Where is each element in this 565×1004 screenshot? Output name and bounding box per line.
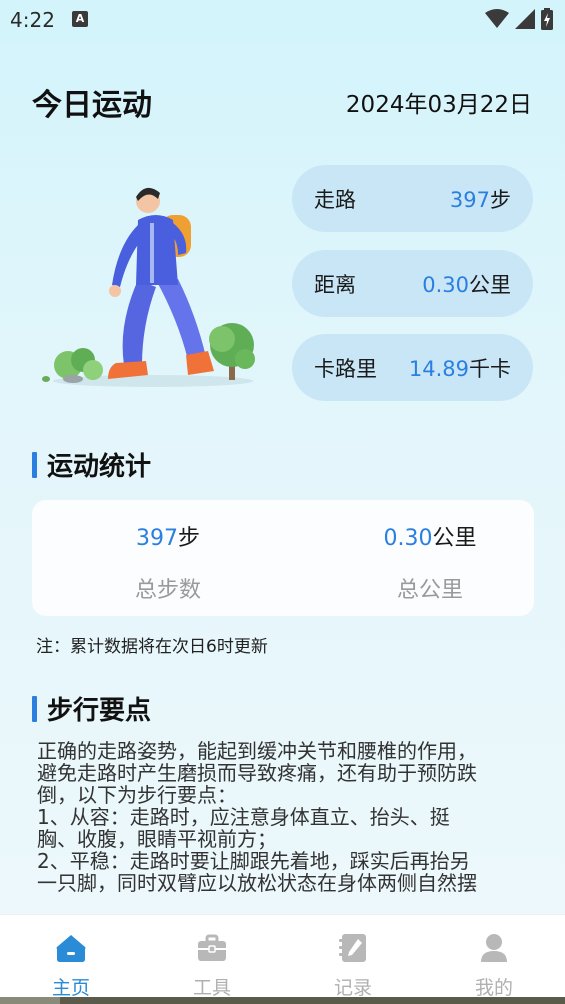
calories-value: 14.89千卡 — [408, 356, 511, 381]
battery-icon — [541, 8, 553, 30]
tips-line: 胸、收腹，眼睛平视前方； — [37, 827, 277, 851]
steps-label: 走路 — [314, 187, 356, 212]
status-icons — [485, 8, 553, 30]
update-note: 注：累计数据将在次日6时更新 — [36, 637, 268, 657]
tips-text: 正确的走路姿势，能起到缓冲关节和腰椎的作用， 避免走路时产生磨损而导致疼痛，还有… — [37, 740, 532, 894]
nav-profile[interactable]: 我的 — [454, 933, 534, 1000]
tips-line: 倒，以下为步行要点： — [37, 783, 237, 807]
distance-pill: 距离 0.30公里 — [292, 250, 533, 317]
tips-section-title: 步行要点 — [32, 690, 151, 727]
nav-tools[interactable]: 工具 — [172, 933, 252, 1000]
tips-line: 1、从容：走路时，应注意身体直立、抬头、挺 — [37, 805, 450, 829]
total-distance-value: 0.30公里 — [383, 526, 477, 551]
nav-records[interactable]: 记录 — [313, 933, 393, 1000]
total-steps-label: 总步数 — [134, 578, 201, 603]
status-time: 4:22 — [10, 8, 55, 32]
total-steps-value: 397步 — [135, 526, 200, 551]
total-distance: 0.30公里 总公里 — [330, 520, 530, 604]
page-date: 2024年03月22日 — [345, 92, 532, 118]
wifi-icon — [485, 9, 509, 28]
total-steps: 397步 总步数 — [68, 520, 268, 604]
home-icon — [56, 935, 86, 962]
signal-icon — [515, 9, 535, 29]
tips-line: 2、平稳：走路时要让脚跟先着地，踩实后再抬另 — [37, 849, 470, 873]
page-title: 今日运动 — [32, 88, 152, 123]
notebook-icon — [339, 934, 366, 962]
walking-person-illustration — [42, 187, 255, 387]
distance-label: 距离 — [314, 272, 356, 297]
toolbox-icon — [198, 934, 226, 961]
section-accent-bar — [32, 451, 37, 478]
calories-label: 卡路里 — [314, 356, 377, 381]
tips-line: 避免走路时产生磨损而导致疼痛，还有助于预防跌 — [37, 761, 477, 785]
stats-card: 397步 总步数 0.30公里 总公里 — [32, 500, 534, 616]
section-accent-bar — [32, 695, 37, 722]
tips-line: 正确的走路姿势，能起到缓冲关节和腰椎的作用， — [37, 739, 477, 763]
steps-pill: 走路 397步 — [292, 165, 533, 232]
steps-value: 397步 — [449, 187, 511, 212]
system-nav-strip-accent — [0, 997, 60, 1004]
nav-home[interactable]: 主页 — [31, 933, 111, 1000]
notification-badge: A — [72, 11, 88, 27]
stats-section-title: 运动统计 — [32, 446, 151, 483]
status-bar: 4:22 A — [0, 0, 565, 40]
tips-line: 一只脚，同时双臂应以放松状态在身体两侧自然摆 — [37, 871, 477, 895]
user-icon — [481, 934, 507, 962]
calories-pill: 卡路里 14.89千卡 — [292, 334, 533, 401]
distance-value: 0.30公里 — [422, 272, 511, 297]
system-nav-strip — [0, 997, 565, 1004]
total-distance-label: 总公里 — [396, 578, 463, 603]
bottom-nav: 主页 工具 记录 我的 — [0, 914, 565, 1004]
